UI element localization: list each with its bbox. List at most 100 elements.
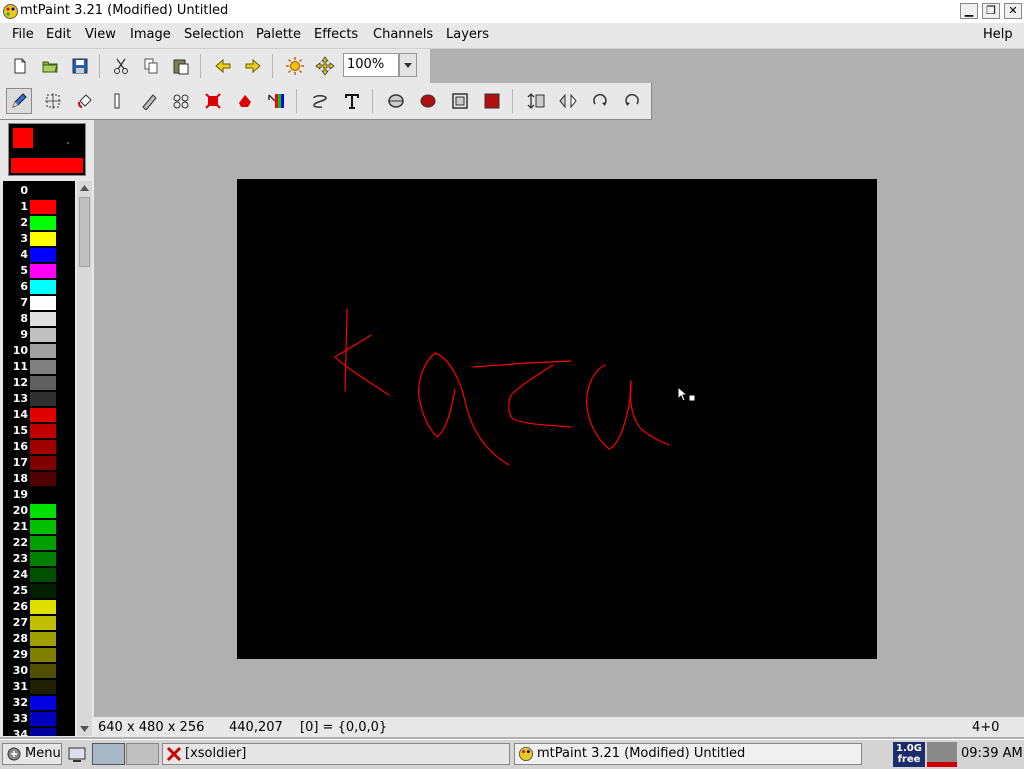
copy-button[interactable] [138, 53, 164, 79]
ellipse-filled-button[interactable] [415, 88, 441, 114]
rotate-anticlockwise-button[interactable] [619, 88, 645, 114]
palette-color-swatch[interactable] [30, 424, 56, 438]
palette-color-swatch[interactable] [30, 600, 56, 614]
palette-color-swatch[interactable] [30, 328, 56, 342]
palette-entry[interactable]: 13 [3, 391, 75, 407]
palette-color-swatch[interactable] [30, 312, 56, 326]
palette-entry[interactable]: 34 [3, 727, 75, 736]
menu-selection[interactable]: Selection [184, 27, 244, 42]
paint-tool-button[interactable] [6, 88, 32, 114]
smudge-tool-button[interactable] [136, 88, 162, 114]
menu-view[interactable]: View [85, 27, 116, 42]
palette-color-swatch[interactable] [30, 664, 56, 678]
palette-entry[interactable]: 7 [3, 295, 75, 311]
palette-entry[interactable]: 9 [3, 327, 75, 343]
new-file-button[interactable] [7, 53, 33, 79]
palette-entry[interactable]: 11 [3, 359, 75, 375]
palette-color-swatch[interactable] [30, 232, 56, 246]
rectangle-outline-button[interactable] [447, 88, 473, 114]
palette-entry[interactable]: 32 [3, 695, 75, 711]
palette-color-swatch[interactable] [30, 264, 56, 278]
menu-effects[interactable]: Effects [314, 27, 358, 42]
palette-color-swatch[interactable] [30, 248, 56, 262]
palette-color-swatch[interactable] [30, 568, 56, 582]
flip-vertical-button[interactable] [523, 88, 549, 114]
workspace-2-button[interactable] [126, 743, 159, 765]
start-menu-button[interactable]: Menu [2, 743, 62, 765]
show-desktop-button[interactable] [66, 743, 88, 765]
select-rectangle-button[interactable] [200, 88, 226, 114]
palette-color-swatch[interactable] [30, 184, 56, 198]
palette-color-swatch[interactable] [30, 392, 56, 406]
flood-fill-button[interactable] [72, 88, 98, 114]
palette-entry[interactable]: 1 [3, 199, 75, 215]
taskbar-task-xsoldier[interactable]: [xsoldier] [162, 743, 510, 765]
open-file-button[interactable] [37, 53, 63, 79]
palette-entry[interactable]: 6 [3, 279, 75, 295]
palette-entry[interactable]: 2 [3, 215, 75, 231]
palette-entry[interactable]: 15 [3, 423, 75, 439]
palette-color-swatch[interactable] [30, 520, 56, 534]
palette-entry[interactable]: 0 [3, 183, 75, 199]
palette-entry[interactable]: 28 [3, 631, 75, 647]
palette-color-swatch[interactable] [30, 280, 56, 294]
paste-button[interactable] [168, 53, 194, 79]
palette-entry[interactable]: 4 [3, 247, 75, 263]
palette-color-swatch[interactable] [30, 456, 56, 470]
palette-entry[interactable]: 16 [3, 439, 75, 455]
palette-entry[interactable]: 5 [3, 263, 75, 279]
palette-color-swatch[interactable] [30, 552, 56, 566]
palette-entry[interactable]: 17 [3, 455, 75, 471]
save-file-button[interactable] [67, 53, 93, 79]
palette-color-swatch[interactable] [30, 696, 56, 710]
polygon-select-button[interactable] [232, 88, 258, 114]
palette-color-swatch[interactable] [30, 200, 56, 214]
palette-entry[interactable]: 27 [3, 615, 75, 631]
zoom-combo-input[interactable]: 100% [343, 53, 399, 77]
palette-color-swatch[interactable] [30, 408, 56, 422]
palette-entry[interactable]: 26 [3, 599, 75, 615]
flip-horizontal-button[interactable] [555, 88, 581, 114]
menu-layers[interactable]: Layers [446, 27, 489, 42]
clone-tool-button[interactable] [168, 88, 194, 114]
palette-entry[interactable]: 33 [3, 711, 75, 727]
foreground-color-swatch[interactable] [13, 128, 33, 148]
menu-image[interactable]: Image [130, 27, 171, 42]
menu-palette[interactable]: Palette [256, 27, 301, 42]
palette-entry[interactable]: 12 [3, 375, 75, 391]
palette-color-swatch[interactable] [30, 296, 56, 310]
menu-channels[interactable]: Channels [373, 27, 433, 42]
palette-color-swatch[interactable] [30, 680, 56, 694]
palette-entry[interactable]: 31 [3, 679, 75, 695]
gradient-tool-button[interactable] [264, 88, 290, 114]
undo-button[interactable] [210, 53, 236, 79]
close-button[interactable]: ✕ [1004, 3, 1022, 19]
palette-entry[interactable]: 8 [3, 311, 75, 327]
menu-file[interactable]: File [12, 27, 34, 42]
zoom-dropdown-button[interactable] [399, 53, 417, 77]
menu-help[interactable]: Help [983, 27, 1013, 42]
image-canvas[interactable] [237, 179, 877, 659]
palette-color-swatch[interactable] [30, 616, 56, 630]
palette-color-swatch[interactable] [30, 440, 56, 454]
taskbar-task-mtpaint[interactable]: mtPaint 3.21 (Modified) Untitled [514, 743, 862, 765]
palette-entry[interactable]: 18 [3, 471, 75, 487]
palette-entry[interactable]: 14 [3, 407, 75, 423]
palette-color-swatch[interactable] [30, 488, 56, 502]
palette-color-swatch[interactable] [30, 632, 56, 646]
palette-scroll-thumb[interactable] [79, 197, 90, 267]
pan-window-button[interactable] [312, 53, 338, 79]
palette-color-swatch[interactable] [30, 472, 56, 486]
background-color-swatch[interactable] [67, 142, 69, 144]
palette-color-swatch[interactable] [30, 728, 56, 736]
palette-entry[interactable]: 3 [3, 231, 75, 247]
shuffle-tool-button[interactable] [40, 88, 66, 114]
text-tool-button[interactable] [339, 88, 365, 114]
scroll-up-icon[interactable] [79, 183, 90, 193]
palette-entry[interactable]: 23 [3, 551, 75, 567]
palette-color-swatch[interactable] [30, 584, 56, 598]
lasso-button[interactable] [307, 88, 333, 114]
menu-edit[interactable]: Edit [46, 27, 71, 42]
palette-color-swatch[interactable] [30, 504, 56, 518]
rectangle-filled-button[interactable] [479, 88, 505, 114]
